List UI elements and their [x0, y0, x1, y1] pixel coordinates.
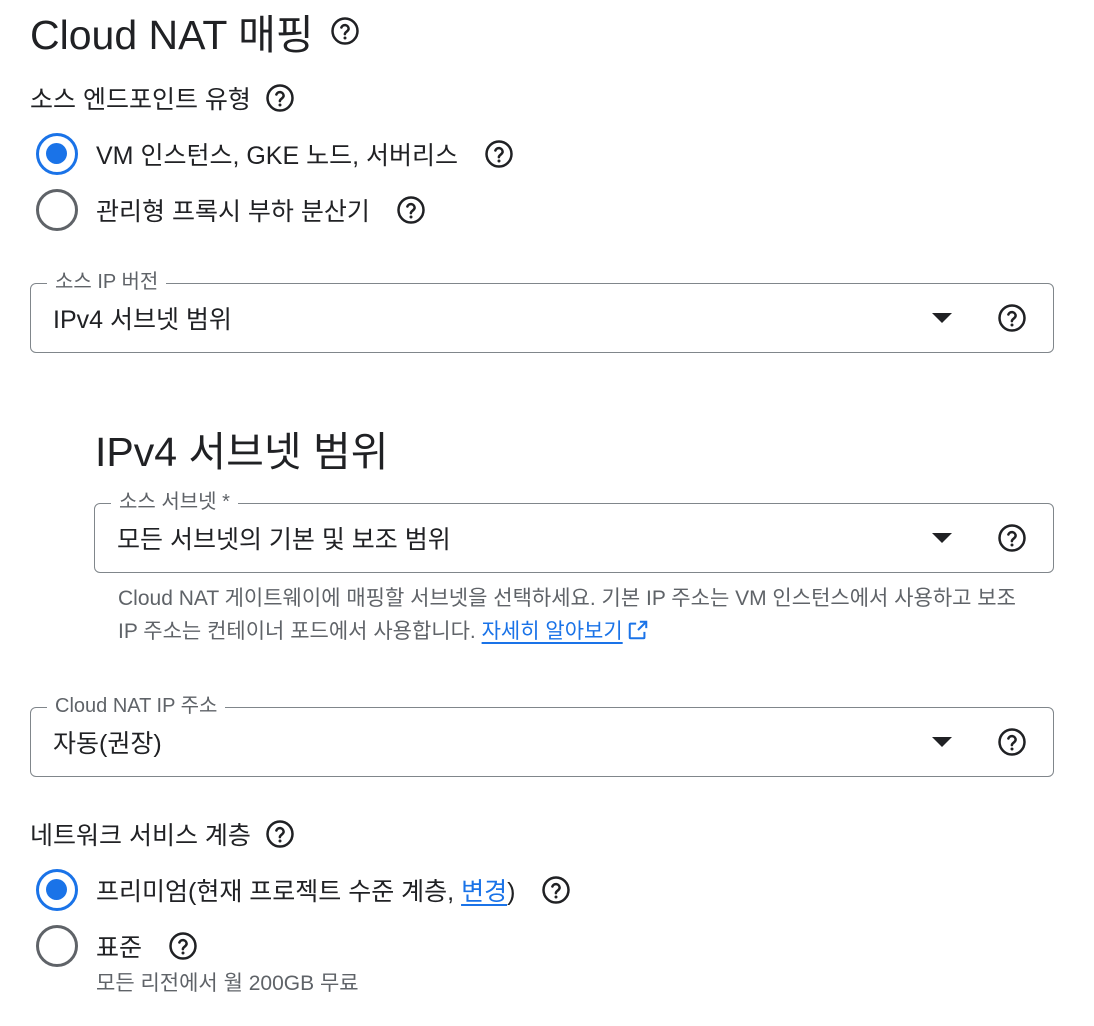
radio-standard[interactable]: [36, 925, 78, 967]
premium-label-text: 프리미엄(현재 프로젝트 수준 계층,: [96, 878, 462, 906]
radio-standard-label: 표준: [96, 934, 143, 962]
source-ip-version-legend: 소스 IP 버전: [47, 270, 167, 294]
radio-option-premium[interactable]: 프리미엄(현재 프로젝트 수준 계층, 변경): [36, 869, 571, 911]
radio-option-proxy[interactable]: 관리형 프록시 부하 분산기: [36, 189, 426, 231]
standard-tier-description: 모든 리전에서 월 200GB 무료: [96, 972, 359, 995]
radio-proxy-label: 관리형 프록시 부하 분산기: [96, 198, 370, 226]
radio-vm-instances[interactable]: [36, 133, 78, 175]
source-endpoint-label-row: 소스 엔드포인트 유형: [30, 80, 295, 116]
radio-option-standard[interactable]: 표준: [36, 925, 198, 967]
ipv4-section-heading: IPv4 서브넷 범위: [95, 429, 389, 475]
source-subnet-legend: 소스 서브넷 *: [111, 490, 238, 514]
help-icon[interactable]: [997, 523, 1027, 553]
nat-ip-select[interactable]: Cloud NAT IP 주소 자동(권장): [30, 694, 1054, 777]
radio-premium[interactable]: [36, 869, 78, 911]
dropdown-caret-icon[interactable]: [932, 737, 952, 747]
help-icon[interactable]: [330, 16, 360, 46]
learn-more-link[interactable]: 자세히 알아보기: [482, 620, 623, 643]
external-link-icon[interactable]: [627, 618, 649, 640]
change-tier-link[interactable]: 변경: [461, 878, 507, 906]
radio-premium-label: 프리미엄(현재 프로젝트 수준 계층, 변경): [96, 872, 515, 908]
page-title-row: Cloud NAT 매핑: [30, 6, 360, 58]
help-icon[interactable]: [396, 195, 426, 225]
radio-vm-label: VM 인스턴스, GKE 노드, 서버리스: [96, 142, 458, 170]
network-tier-label: 네트워크 서비스 계층: [30, 822, 251, 850]
source-subnet-hint: Cloud NAT 게이트웨이에 매핑할 서브넷을 선택하세요. 기본 IP 주…: [118, 582, 1018, 648]
source-ip-version-value: IPv4 서브넷 범위: [53, 306, 232, 334]
nat-ip-legend: Cloud NAT IP 주소: [47, 694, 226, 718]
network-tier-label-row: 네트워크 서비스 계층: [30, 816, 295, 852]
radio-option-vm[interactable]: VM 인스턴스, GKE 노드, 서버리스: [36, 133, 514, 175]
source-endpoint-label: 소스 엔드포인트 유형: [30, 86, 251, 114]
source-subnet-select[interactable]: 소스 서브넷 * 모든 서브넷의 기본 및 보조 범위: [94, 490, 1054, 573]
premium-label-suffix: ): [507, 878, 516, 906]
nat-ip-value: 자동(권장): [53, 730, 162, 758]
page-title: Cloud NAT 매핑: [30, 12, 314, 58]
dropdown-caret-icon[interactable]: [932, 313, 952, 323]
help-icon[interactable]: [265, 819, 295, 849]
help-icon[interactable]: [168, 931, 198, 961]
help-icon[interactable]: [997, 727, 1027, 757]
help-icon[interactable]: [997, 303, 1027, 333]
help-icon[interactable]: [484, 139, 514, 169]
help-icon[interactable]: [265, 83, 295, 113]
source-subnet-value: 모든 서브넷의 기본 및 보조 범위: [117, 526, 451, 554]
help-icon[interactable]: [541, 875, 571, 905]
dropdown-caret-icon[interactable]: [932, 533, 952, 543]
source-ip-version-select[interactable]: 소스 IP 버전 IPv4 서브넷 범위: [30, 270, 1054, 353]
radio-managed-proxy[interactable]: [36, 189, 78, 231]
